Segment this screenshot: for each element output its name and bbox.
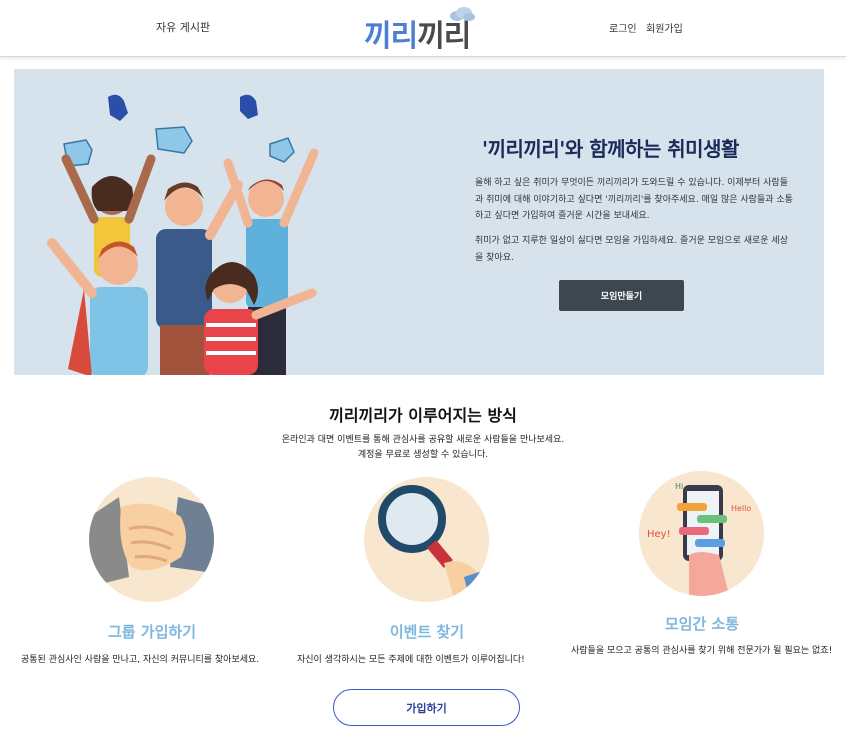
feature-title-join-group: 그룹 가입하기 <box>107 623 197 641</box>
feature-desc-join-group: 공통된 관심사인 사람을 만나고, 자신의 커뮤니티를 찾아보세요. <box>21 655 260 665</box>
nav-login-link[interactable]: 로그인 <box>609 20 637 35</box>
handshake-icon <box>89 477 214 602</box>
magnifier-icon <box>364 477 489 602</box>
top-header: 자유 게시판 끼리끼리 로그인 회원가입 <box>0 0 846 57</box>
feature-desc-communication: 사람들을 모으고 공통의 관심사를 찾기 위해 전문가가 될 필요는 없죠! <box>571 646 833 656</box>
how-it-works-title: 끼리끼리가 이루어지는 방식 <box>329 406 517 425</box>
create-group-button[interactable]: 모임만들기 <box>559 280 684 311</box>
feature-desc-find-events: 자신이 생각하시는 모든 주제에 대한 이벤트가 이루어집니다! <box>297 655 525 665</box>
hello-label: Hello <box>731 504 751 513</box>
hero-title: '끼리끼리'와 함께하는 취미생활 <box>482 137 739 161</box>
join-button[interactable]: 가입하기 <box>333 689 520 726</box>
nav-signup-link[interactable]: 회원가입 <box>646 20 683 35</box>
feature-title-communication: 모임간 소통 <box>664 615 740 633</box>
logo-cloud-icon <box>450 7 475 21</box>
how-it-works-subtitle-2: 계정을 무료로 생성할 수 있습니다. <box>357 450 489 460</box>
how-it-works-subtitle-1: 온라인과 대면 이벤트를 통해 관심사를 공유할 새로운 사람들을 만나보세요. <box>281 435 565 445</box>
hero-paragraph-1: 올해 하고 싶은 취미가 무엇이든 끼리끼리가 도와드릴 수 있습니다. 이제부… <box>475 178 793 221</box>
logo-part2: 끼리 <box>417 19 471 54</box>
hero-paragraph-2: 취미가 없고 지루한 일상이 싫다면 모임을 가입하세요. 즐거운 모임으로 새… <box>475 236 788 263</box>
hero-banner: '끼리끼리'와 함께하는 취미생활 올해 하고 싶은 취미가 무엇이든 끼리끼리… <box>14 69 824 375</box>
hey-label: Hey! <box>647 529 671 540</box>
friends-celebrating-illustration <box>47 94 319 375</box>
logo-part1: 끼리 <box>364 19 418 54</box>
hi-label: Hi <box>675 482 683 491</box>
nav-free-board-link[interactable]: 자유 게시판 <box>156 19 210 35</box>
logo[interactable]: 끼리끼리 <box>364 6 476 54</box>
feature-title-find-events: 이벤트 찾기 <box>389 623 465 641</box>
chat-phone-icon: Hey! Hi Hello <box>639 471 764 596</box>
